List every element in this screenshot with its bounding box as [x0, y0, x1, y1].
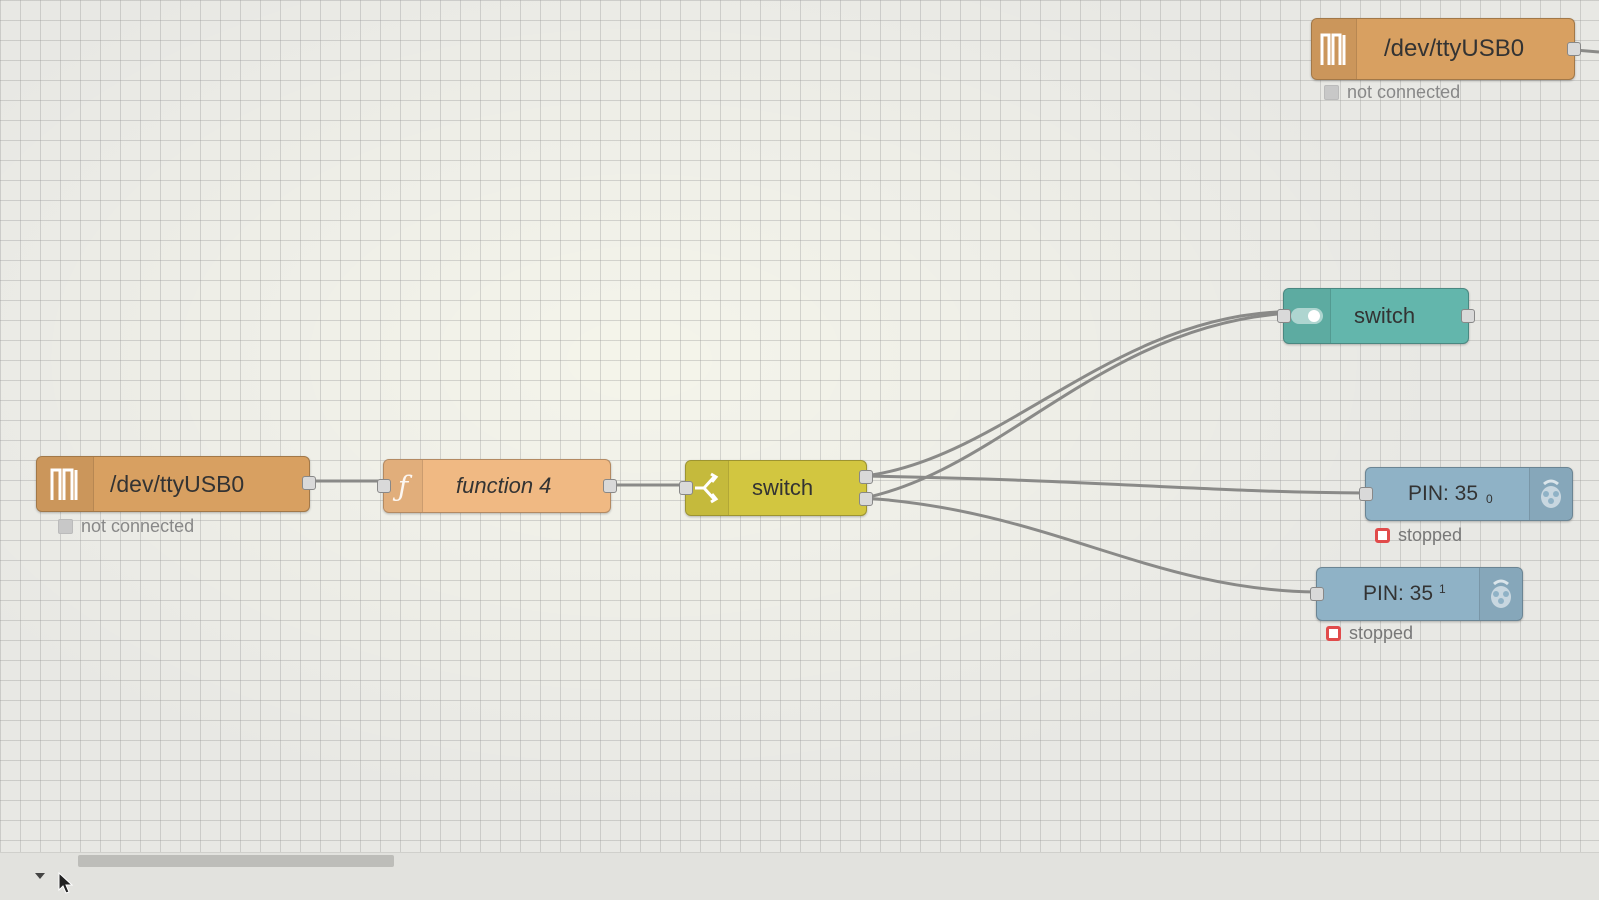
node-status: not connected — [1324, 82, 1460, 103]
node-status: stopped — [1375, 525, 1462, 546]
pin-label: PIN: 35 — [1363, 582, 1434, 605]
status-text: not connected — [1347, 82, 1461, 102]
wire-switch-pin1[interactable] — [863, 496, 1317, 594]
status-text: not connected — [81, 516, 195, 536]
pin-sub: 0 — [1486, 492, 1493, 506]
input-port[interactable] — [679, 481, 693, 495]
dashboard-switch-node[interactable]: switch — [1277, 288, 1475, 344]
switch-node[interactable]: switch — [679, 460, 873, 516]
output-port-2[interactable] — [859, 492, 873, 506]
pin-label: PIN: 35 — [1408, 482, 1479, 505]
node-label: /dev/ttyUSB0 — [110, 470, 245, 497]
wire-switch-pin0[interactable] — [863, 474, 1366, 495]
pin-sub: 1 — [1439, 582, 1446, 596]
output-port[interactable] — [1567, 42, 1581, 56]
output-port[interactable] — [302, 476, 316, 490]
output-port-1[interactable] — [859, 470, 873, 484]
status-dot-icon — [1324, 85, 1339, 100]
rpi-gpio-out-node-0[interactable]: PIN: 35 0 — [1359, 467, 1573, 521]
wire-switch-dashboard-a[interactable] — [863, 310, 1279, 478]
status-dot-icon — [58, 519, 73, 534]
input-port[interactable] — [1359, 487, 1373, 501]
status-stopped-icon — [1375, 528, 1390, 543]
toggle-icon — [1284, 289, 1331, 343]
node-label: function 4 — [456, 473, 552, 498]
input-port[interactable] — [1310, 587, 1324, 601]
function-node[interactable]: ƒ function 4 — [377, 459, 617, 513]
output-port[interactable] — [603, 479, 617, 493]
mouse-cursor-icon — [58, 871, 74, 899]
node-label: PIN: 35 0 — [1408, 468, 1493, 520]
node-label: PIN: 35 1 — [1363, 568, 1446, 620]
serial-in-node[interactable]: /dev/ttyUSB0 — [36, 456, 316, 512]
input-port[interactable] — [1277, 309, 1291, 323]
serial-in-node-top[interactable]: /dev/ttyUSB0 — [1311, 18, 1581, 80]
node-status: stopped — [1326, 623, 1413, 644]
serial-wave-icon — [1312, 19, 1357, 79]
node-label: switch — [1354, 303, 1416, 328]
node-label: switch — [752, 475, 814, 500]
output-port[interactable] — [1461, 309, 1475, 323]
raspberry-pi-icon — [1479, 568, 1522, 620]
status-text: stopped — [1398, 525, 1463, 545]
flow-workspace[interactable]: /dev/ttyUSB0 not connected switch /dev/t… — [0, 0, 1599, 899]
rpi-gpio-out-node-1[interactable]: PIN: 35 1 — [1310, 567, 1523, 621]
node-status: not connected — [58, 516, 194, 537]
input-port[interactable] — [377, 479, 391, 493]
raspberry-pi-icon — [1529, 468, 1572, 520]
scrollbar-thumb[interactable] — [78, 855, 394, 867]
node-label: /dev/ttyUSB0 — [1384, 35, 1525, 62]
wires-layer — [306, 48, 1599, 594]
status-stopped-icon — [1326, 626, 1341, 641]
caret-down-icon — [35, 873, 45, 879]
serial-wave-icon — [37, 457, 94, 511]
wire-switch-dashboard-b[interactable] — [863, 312, 1279, 500]
status-text: stopped — [1349, 623, 1414, 643]
